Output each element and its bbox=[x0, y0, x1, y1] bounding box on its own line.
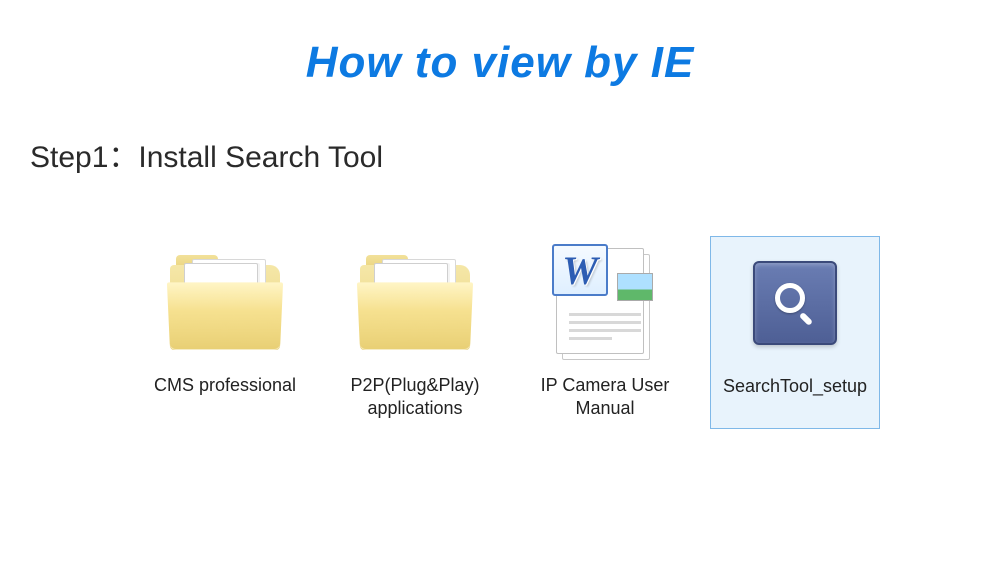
step-heading: Step1：Install Search Tool bbox=[30, 132, 1000, 176]
folder-icon bbox=[160, 242, 290, 362]
file-item-p2p-applications[interactable]: P2P(Plug&Play) applications bbox=[330, 236, 500, 429]
file-item-cms-professional[interactable]: CMS professional bbox=[140, 236, 310, 429]
file-label: SearchTool_setup bbox=[723, 375, 867, 398]
word-document-icon: W bbox=[540, 242, 670, 362]
search-app-icon bbox=[730, 243, 860, 363]
file-icon-row: CMS professional P2P(Plug&Play) applicat… bbox=[140, 236, 1000, 429]
file-label: P2P(Plug&Play) applications bbox=[335, 374, 495, 419]
page-title: How to view by IE bbox=[0, 38, 1000, 88]
file-label: IP Camera User Manual bbox=[525, 374, 685, 419]
folder-icon bbox=[350, 242, 480, 362]
file-item-searchtool-setup[interactable]: SearchTool_setup bbox=[710, 236, 880, 429]
file-item-ip-camera-manual[interactable]: W IP Camera User Manual bbox=[520, 236, 690, 429]
file-label: CMS professional bbox=[154, 374, 296, 397]
